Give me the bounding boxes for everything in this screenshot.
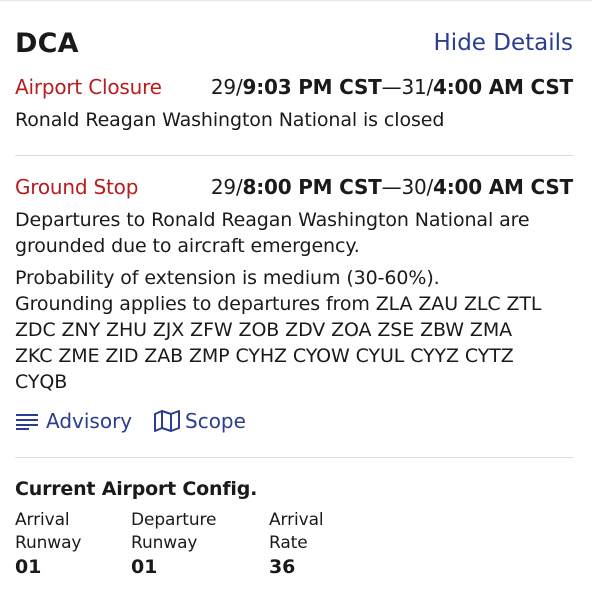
map-icon [153,409,181,433]
divider [15,457,573,458]
hide-details-link[interactable]: Hide Details [434,30,573,56]
ground-stop-start-time: 8:00 PM CST [242,175,382,199]
ground-stop-scope-line4: CYQB [15,371,68,393]
arrival-runway-label1: Arrival [15,510,70,530]
arrival-rate-label2: Rate [269,533,308,553]
config-title: Current Airport Config. [15,478,258,500]
arrival-runway-label2: Runway [15,533,82,553]
arrival-rate-label1: Arrival [269,510,324,530]
airport-code: DCA [15,28,79,59]
ground-stop-probability: Probability of extension is medium (30-6… [15,267,440,289]
ground-stop-start-day: 29/ [210,175,243,199]
divider [15,155,573,156]
closure-end-day: 31/ [401,75,434,99]
arrival-rate-block: Arrival Rate 36 [269,509,324,579]
ground-stop-end-day: 30/ [401,175,434,199]
arrival-rate-value: 36 [269,556,296,578]
ground-stop-time-range: 29/8:00 PM CST—30/4:00 AM CST [211,175,573,199]
departure-runway-block: Departure Runway 01 [131,509,216,579]
ground-stop-row: Ground Stop 29/8:00 PM CST—30/4:00 AM CS… [15,175,573,201]
arrival-runway-block: Arrival Runway 01 [15,509,81,579]
closure-start-time: 9:03 PM CST [242,75,382,99]
ground-stop-end-time: 4:00 AM CST [433,175,573,199]
closure-row: Airport Closure 29/9:03 PM CST—31/4:00 A… [15,75,573,101]
ground-stop-scope-line2: ZDC ZNY ZHU ZJX ZFW ZOB ZDV ZOA ZSE ZBW … [15,319,513,341]
panel-header: DCA Hide Details [15,28,573,62]
ground-stop-title: Ground Stop [15,175,139,199]
closure-start-day: 29/ [210,75,243,99]
closure-time-range: 29/9:03 PM CST—31/4:00 AM CST [211,75,573,99]
closure-separator: — [381,75,402,99]
scope-label: Scope [185,409,246,433]
advisory-link[interactable]: Advisory [15,409,132,433]
departure-runway-label2: Runway [131,533,198,553]
closure-title: Airport Closure [15,75,162,99]
departure-runway-value: 01 [131,556,158,578]
arrival-runway-value: 01 [15,556,42,578]
closure-description: Ronald Reagan Washington National is clo… [15,109,445,131]
closure-end-time: 4:00 AM CST [433,75,573,99]
ground-stop-separator: — [381,175,402,199]
advisory-icon [15,412,39,430]
airport-details-panel: DCA Hide Details Airport Closure 29/9:03… [15,0,573,596]
ground-stop-reason-line2: grounded due to aircraft emergency. [15,235,360,257]
scope-link[interactable]: Scope [153,409,246,433]
ground-stop-scope-line1: Grounding applies to departures from ZLA… [15,293,542,315]
ground-stop-reason-line1: Departures to Ronald Reagan Washington N… [15,209,530,231]
departure-runway-label1: Departure [131,510,217,530]
advisory-label: Advisory [46,409,133,433]
ground-stop-scope-line3: ZKC ZME ZID ZAB ZMP CYHZ CYOW CYUL CYYZ … [15,345,514,367]
